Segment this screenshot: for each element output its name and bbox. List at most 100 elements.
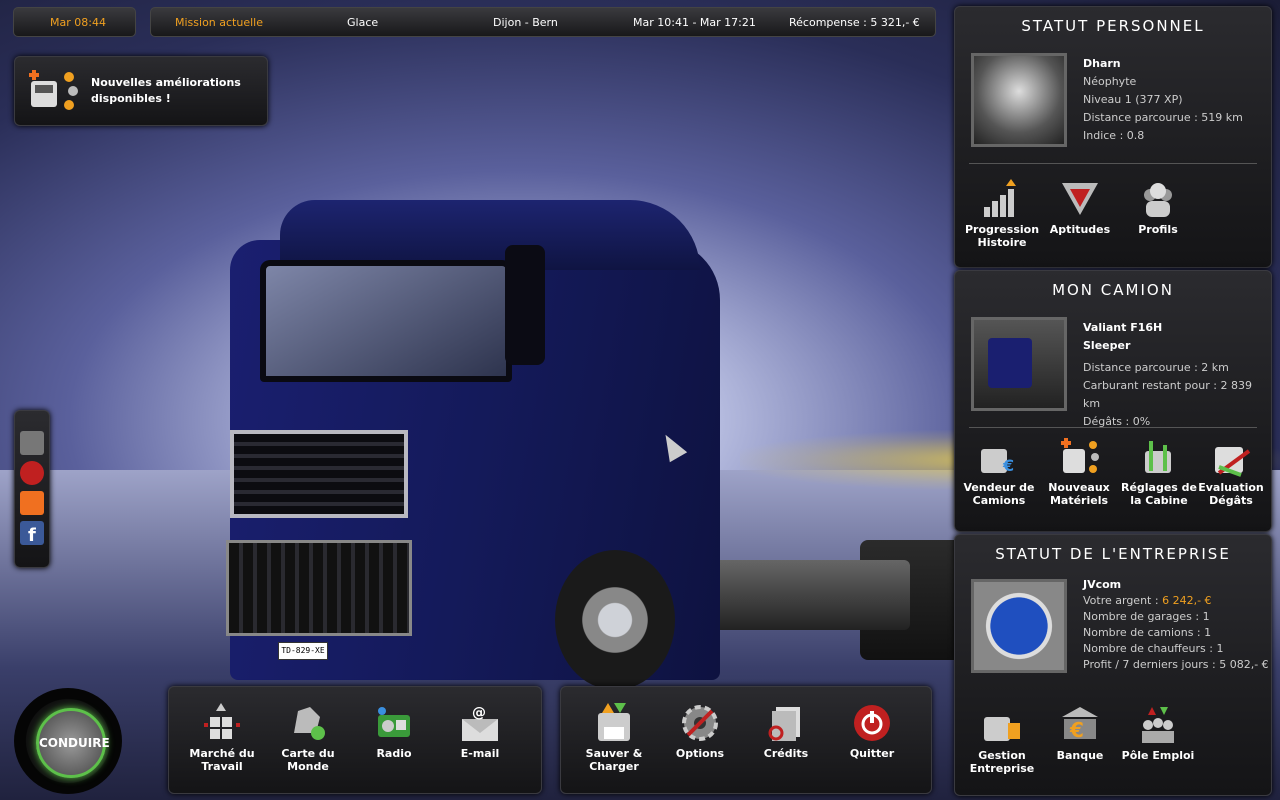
- mission-label: Mission actuelle: [175, 16, 263, 29]
- world-map-label2: Monde: [287, 760, 329, 773]
- job-center-button[interactable]: Pôle Emploi: [1115, 705, 1201, 762]
- drive-label: CONDUIRE: [36, 708, 110, 778]
- profiles-button[interactable]: Profils: [1115, 179, 1201, 236]
- progression-button[interactable]: Progression Histoire: [959, 179, 1045, 249]
- mission-schedule: Mar 10:41 - Mar 17:21: [633, 16, 756, 29]
- options-button[interactable]: Options: [657, 703, 743, 760]
- skills-label: Aptitudes: [1049, 223, 1111, 236]
- drive-button[interactable]: CONDUIRE: [14, 688, 122, 794]
- credits-label: Crédits: [763, 747, 809, 760]
- truck-fuel-tank: [700, 560, 910, 630]
- email-button[interactable]: @ E-mail: [437, 703, 523, 760]
- email-icon: @: [460, 703, 500, 743]
- radio-icon: [374, 703, 414, 743]
- company-management-label1: Gestion: [978, 749, 1026, 762]
- mission-route: Dijon - Bern: [493, 16, 558, 29]
- upgrades-notification[interactable]: Nouvelles améliorations disponibles !: [14, 56, 268, 126]
- world-map-button[interactable]: Carte du Monde: [265, 703, 351, 773]
- credits-button[interactable]: Crédits: [743, 703, 829, 760]
- job-market-label2: Travail: [201, 760, 243, 773]
- radio-label: Radio: [376, 747, 412, 760]
- truck-model: Valiant F16H: [1083, 321, 1163, 334]
- company-money: 6 242,- €: [1162, 594, 1212, 607]
- job-market-label1: Marché du: [189, 747, 255, 760]
- new-parts-button[interactable]: Nouveaux Matériels: [1039, 437, 1119, 507]
- truck-mirror: [505, 245, 545, 365]
- truck-icon[interactable]: [20, 431, 44, 455]
- clock-bar: Mar 08:44: [13, 7, 136, 37]
- new-parts-label2: Matériels: [1049, 494, 1109, 507]
- notification-line2: disponibles !: [91, 92, 171, 105]
- company-status-panel: STATUT DE L'ENTREPRISE JVcom Votre argen…: [954, 534, 1272, 796]
- svg-text:f: f: [28, 525, 36, 545]
- skills-button[interactable]: Aptitudes: [1037, 179, 1123, 236]
- profiles-icon: [1138, 179, 1178, 219]
- cab-settings-label2: la Cabine: [1130, 494, 1188, 507]
- upgrade-truck-icon: [27, 67, 81, 115]
- save-load-label2: Charger: [589, 760, 639, 773]
- driver-name: Dharn: [1083, 57, 1121, 70]
- share-icon[interactable]: [20, 461, 44, 485]
- job-center-label: Pôle Emploi: [1121, 749, 1195, 762]
- social-sidebar: f: [14, 410, 50, 568]
- world-map-icon: [288, 703, 328, 743]
- damage-evaluation-button[interactable]: Evaluation Dégâts: [1191, 437, 1271, 507]
- driver-avatar[interactable]: [971, 53, 1067, 147]
- truck-damage: Dégâts : 0%: [1083, 415, 1151, 428]
- license-plate: TD-829-XE: [278, 642, 328, 660]
- truck-thumbnail[interactable]: [971, 317, 1067, 411]
- blogger-icon[interactable]: [20, 491, 44, 515]
- truck-fuel: Carburant restant pour : 2 839 km: [1083, 379, 1252, 410]
- job-market-icon: [202, 703, 242, 743]
- mission-bar[interactable]: Mission actuelle Glace Dijon - Bern Mar …: [150, 7, 936, 37]
- bottom-menu-left: Marché du Travail Carte du Monde Radio @…: [168, 686, 542, 794]
- company-management-label2: Entreprise: [969, 762, 1035, 775]
- driver-distance: Distance parcourue : 519 km: [1083, 111, 1243, 124]
- bank-label: Banque: [1056, 749, 1104, 762]
- credits-icon: [766, 703, 806, 743]
- cab-settings-button[interactable]: Réglages de la Cabine: [1119, 437, 1199, 507]
- email-label: E-mail: [460, 747, 500, 760]
- progression-label1: Progression: [964, 223, 1040, 236]
- truck-bumper: [226, 540, 412, 636]
- company-money-label: Votre argent :: [1083, 594, 1159, 607]
- truck-cab-type: Sleeper: [1083, 339, 1131, 352]
- save-load-button[interactable]: Sauver & Charger: [571, 703, 657, 773]
- radio-button[interactable]: Radio: [351, 703, 437, 760]
- driver-index: Indice : 0.8: [1083, 129, 1145, 142]
- truck-dealer-button[interactable]: € Vendeur de Camions: [959, 437, 1039, 507]
- svg-text:€: €: [1002, 456, 1014, 475]
- company-management-icon: [982, 705, 1022, 745]
- profiles-label: Profils: [1138, 223, 1178, 236]
- gear-icon: [680, 703, 720, 743]
- divider: [969, 163, 1257, 164]
- quit-button[interactable]: Quitter: [829, 703, 915, 760]
- skills-icon: [1060, 179, 1100, 219]
- progression-icon: [982, 179, 1022, 219]
- truck-dealer-label1: Vendeur de: [963, 481, 1035, 494]
- personal-status-title: STATUT PERSONNEL: [1021, 17, 1205, 35]
- driver-rank: Néophyte: [1083, 75, 1137, 88]
- truck-dealer-icon: €: [979, 437, 1019, 477]
- world-map-label1: Carte du: [281, 747, 335, 760]
- damage-evaluation-label2: Dégâts: [1209, 494, 1253, 507]
- damage-evaluation-icon: [1211, 437, 1251, 477]
- bank-button[interactable]: € Banque: [1037, 705, 1123, 762]
- quit-label: Quitter: [849, 747, 895, 760]
- job-market-button[interactable]: Marché du Travail: [179, 703, 265, 773]
- new-parts-icon: [1059, 437, 1099, 477]
- company-profit: Profit / 7 derniers jours : 5 082,- €: [1083, 658, 1269, 671]
- damage-evaluation-label1: Evaluation: [1198, 481, 1264, 494]
- truck-illustration: TD-829-XE: [210, 190, 970, 700]
- svg-text:@: @: [472, 705, 486, 721]
- driver-level: Niveau 1 (377 XP): [1083, 93, 1183, 106]
- save-load-label1: Sauver &: [585, 747, 643, 760]
- company-management-button[interactable]: Gestion Entreprise: [959, 705, 1045, 775]
- company-name: JVcom: [1083, 578, 1122, 591]
- mission-reward: Récompense : 5 321,- €: [789, 16, 920, 29]
- my-truck-panel: MON CAMION Valiant F16H Sleeper Distance…: [954, 270, 1272, 532]
- company-logo-icon[interactable]: [971, 579, 1067, 673]
- progression-label2: Histoire: [977, 236, 1027, 249]
- company-status-title: STATUT DE L'ENTREPRISE: [995, 545, 1231, 563]
- facebook-icon[interactable]: f: [20, 521, 44, 546]
